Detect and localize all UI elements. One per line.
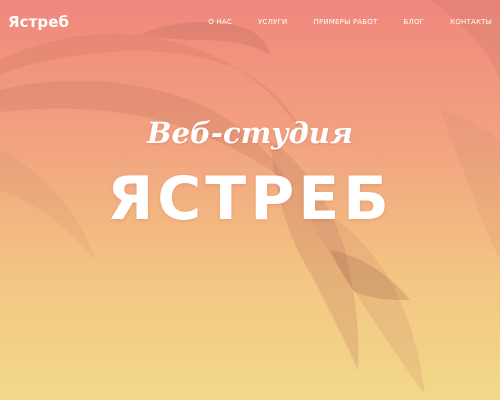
hero-title: ЯСТРЕБ bbox=[107, 163, 393, 234]
nav-item-contacts[interactable]: КОНТАКТЫ bbox=[450, 18, 492, 26]
hero-subtitle: Веб-студия bbox=[147, 116, 353, 150]
main-nav: О НАС УСЛУГИ ПРИМЕРЫ РАБОТ БЛОГ КОНТАКТЫ bbox=[208, 18, 492, 26]
nav-item-portfolio[interactable]: ПРИМЕРЫ РАБОТ bbox=[313, 18, 377, 26]
hero-title-block: Веб-студия ЯСТРЕБ bbox=[0, 116, 500, 229]
nav-item-about[interactable]: О НАС bbox=[208, 18, 232, 26]
nav-item-blog[interactable]: БЛОГ bbox=[404, 18, 425, 26]
top-navigation-bar: Ястреб О НАС УСЛУГИ ПРИМЕРЫ РАБОТ БЛОГ К… bbox=[0, 0, 500, 44]
site-logo[interactable]: Ястреб bbox=[8, 13, 69, 31]
hero-section: Ястреб О НАС УСЛУГИ ПРИМЕРЫ РАБОТ БЛОГ К… bbox=[0, 0, 500, 400]
nav-item-services[interactable]: УСЛУГИ bbox=[258, 18, 287, 26]
